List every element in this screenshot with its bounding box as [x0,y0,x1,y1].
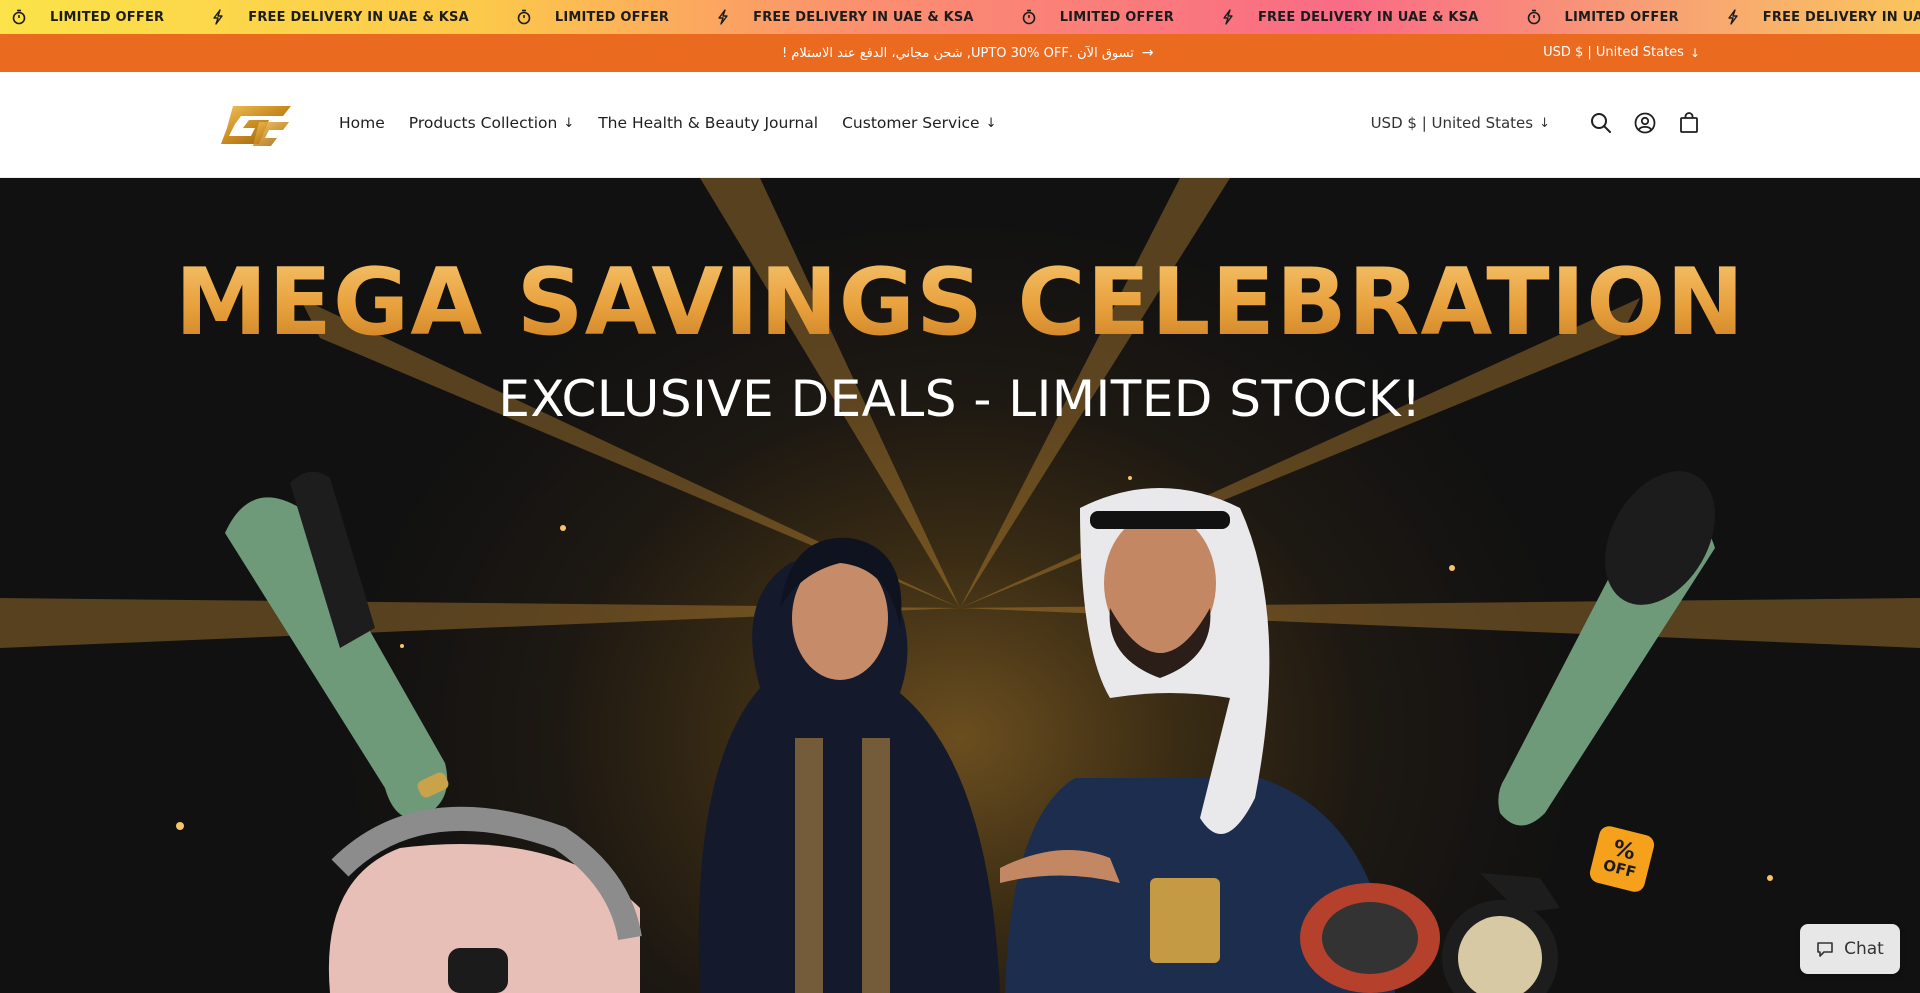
arrow-right-icon: → [1141,45,1154,61]
marquee-item: FREE DELIVERY IN UAE & KSA [717,9,974,25]
marquee-item: LIMITED OFFER [1527,9,1679,25]
stopwatch-icon [1022,9,1048,25]
search-icon[interactable] [1588,110,1614,136]
brand-logo[interactable] [219,102,293,150]
nav-customer-service-label: Customer Service [842,114,980,132]
main-nav: Home Products Collection ↓ The Health & … [339,114,1021,132]
marquee-item-text: LIMITED OFFER [1564,9,1679,25]
marquee-item-text: FREE DELIVERY IN UAE & KSA [1257,9,1479,25]
lightning-icon [1727,9,1751,25]
currency-label: USD $ | United States [1370,114,1534,132]
stopwatch-icon [1527,9,1553,25]
chat-button[interactable]: Chat [1800,924,1900,974]
announcement-bar: تسوق الآن .UPTO 30% OFF, شحن مجاني، الدف… [0,34,1920,72]
marquee-item-text: LIMITED OFFER [554,9,670,25]
chevron-down-icon: ↓ [1689,45,1700,60]
stopwatch-icon [517,9,543,25]
hero-banner[interactable]: MEGA SAVINGS CELEBRATION EXCLUSIVE DEALS… [0,178,1920,993]
nav-products-collection-label: Products Collection [408,114,558,132]
marquee-item-text: LIMITED OFFER [50,9,165,25]
announcement-currency-selector[interactable]: USD $ | United States ↓ [1543,45,1700,60]
promo-marquee: LIMITED OFFER FREE DELIVERY IN UAE & KSA L… [0,0,1920,34]
announcement-currency-label: USD $ | United States [1543,45,1684,60]
smartwatch-products-image [1300,873,1560,993]
announcement-link[interactable]: تسوق الآن .UPTO 30% OFF, شحن مجاني، الدف… [782,45,1154,61]
hair-brush-image [1498,471,1715,826]
marquee-item-text: LIMITED OFFER [1059,9,1174,25]
chevron-down-icon: ↓ [563,115,575,131]
currency-selector[interactable]: USD $ | United States ↓ [1371,114,1550,132]
nav-products-collection[interactable]: Products Collection ↓ [409,114,574,132]
stopwatch-icon [12,9,38,25]
woman-figure [698,537,1000,993]
account-icon[interactable] [1632,110,1658,136]
nav-home-label: Home [339,114,385,132]
announcement-text: تسوق الآن .UPTO 30% OFF, شحن مجاني، الدف… [782,45,1134,61]
chevron-down-icon: ↓ [985,115,997,131]
marquee-item-text: FREE DELIVERY IN UAE & KSA [1762,9,1920,25]
chat-label: Chat [1844,939,1884,959]
chevron-down-icon: ↓ [1539,115,1550,131]
nav-home[interactable]: Home [339,114,385,132]
marquee-item: LIMITED OFFER [1022,9,1174,25]
massager-device-image [328,806,642,993]
marquee-item: FREE DELIVERY IN UAE & KSA [1727,9,1920,25]
lightning-icon [1222,9,1246,25]
header-actions: USD $ | United States ↓ [1371,110,1702,136]
lightning-icon [717,9,741,25]
marquee-item: FREE DELIVERY IN UAE & KSA [212,9,469,25]
marquee-track: LIMITED OFFER FREE DELIVERY IN UAE & KSA L… [0,9,1920,25]
marquee-item: FREE DELIVERY IN UAE & KSA [1222,9,1479,25]
marquee-item: LIMITED OFFER [517,9,669,25]
hair-straightener-image [225,471,449,819]
marquee-item-text: FREE DELIVERY IN UAE & KSA [753,9,974,25]
marquee-item-text: FREE DELIVERY IN UAE & KSA [248,9,469,25]
chat-bubble-icon [1817,942,1833,957]
nav-health-beauty-journal[interactable]: The Health & Beauty Journal [598,114,818,132]
lightning-icon [212,9,236,25]
site-header: Home Products Collection ↓ The Health & … [0,72,1920,178]
marquee-item: LIMITED OFFER [12,9,164,25]
nav-customer-service[interactable]: Customer Service ↓ [842,114,996,132]
cart-icon[interactable] [1676,110,1702,136]
nav-journal-label: The Health & Beauty Journal [598,114,819,132]
